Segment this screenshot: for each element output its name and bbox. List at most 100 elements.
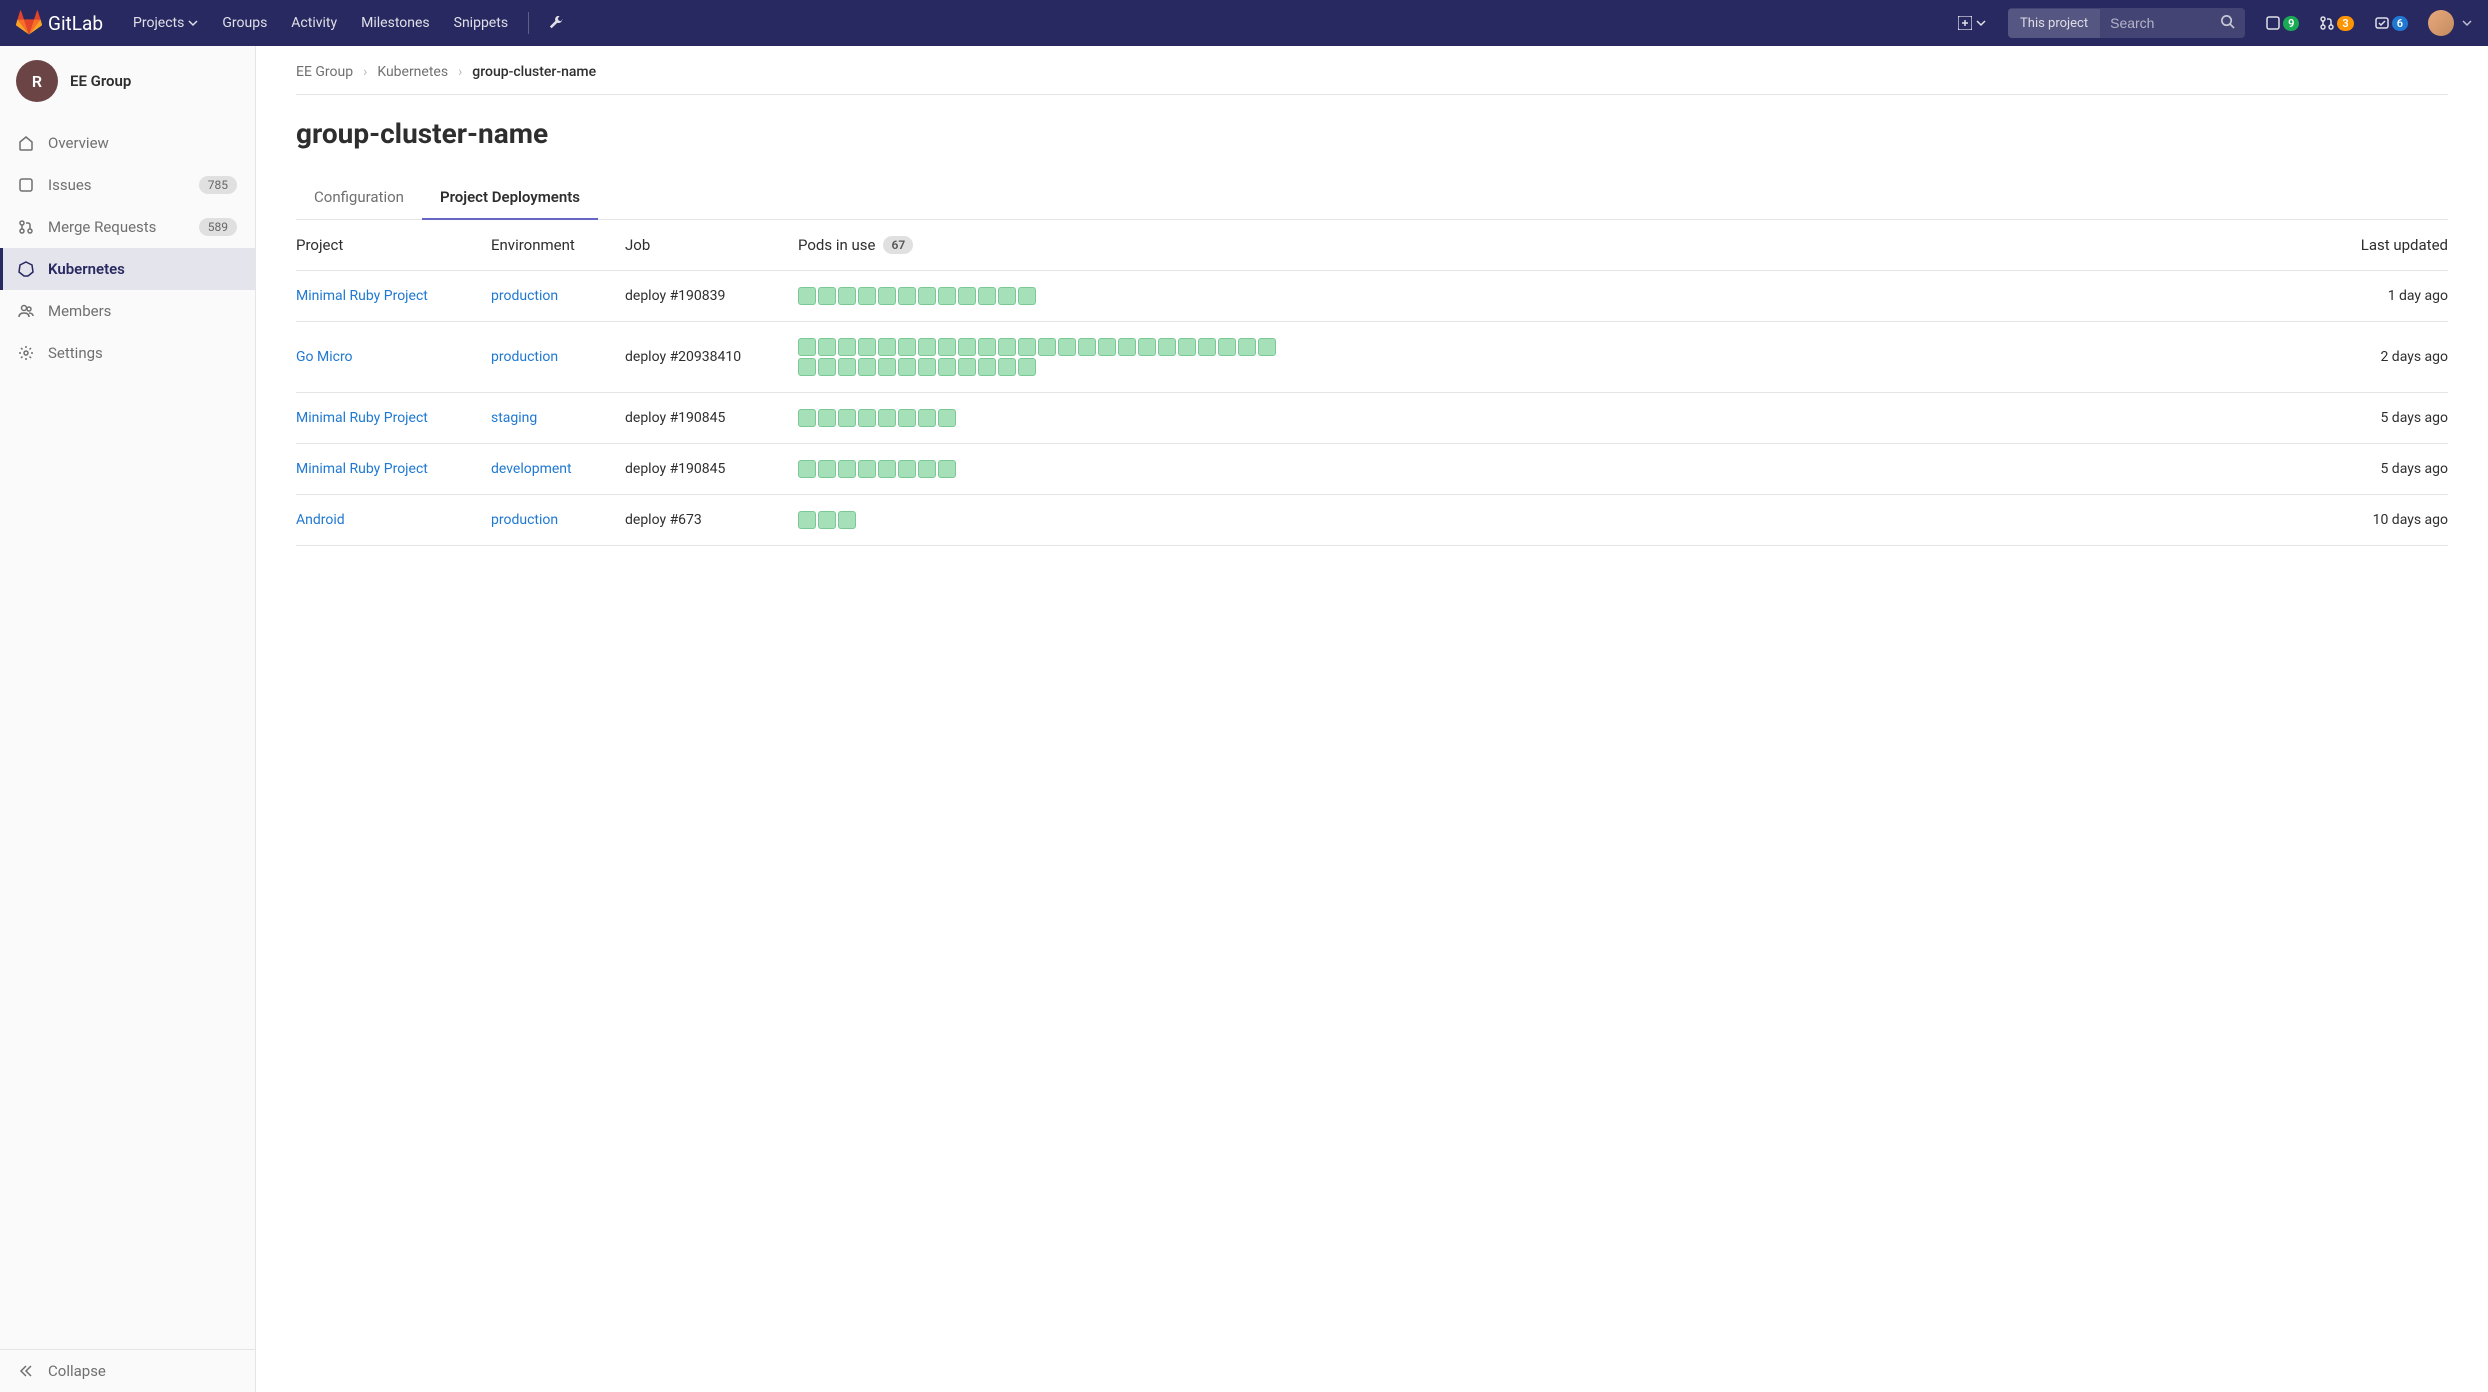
nav-todos-counter[interactable]: 6 xyxy=(2366,15,2416,31)
pod-indicator xyxy=(858,460,876,478)
pod-indicator xyxy=(858,409,876,427)
sidebar-item-label: Overview xyxy=(48,134,109,152)
pod-indicator xyxy=(1098,338,1116,356)
pod-indicator xyxy=(878,338,896,356)
sidebar-badge: 589 xyxy=(199,218,237,236)
tab-project-deployments[interactable]: Project Deployments xyxy=(422,176,598,220)
pod-indicator xyxy=(958,338,976,356)
pods-wrap xyxy=(798,409,1288,427)
pod-indicator xyxy=(818,409,836,427)
pod-indicator xyxy=(1198,338,1216,356)
project-link[interactable]: Go Micro xyxy=(296,349,353,365)
project-link[interactable]: Minimal Ruby Project xyxy=(296,288,428,304)
pod-indicator xyxy=(858,338,876,356)
pod-indicator xyxy=(798,287,816,305)
job-cell: deploy #190845 xyxy=(625,410,798,426)
environment-link[interactable]: staging xyxy=(491,410,537,426)
pod-indicator xyxy=(898,460,916,478)
table-body: Minimal Ruby Project production deploy #19… xyxy=(296,271,2448,546)
pod-indicator xyxy=(858,287,876,305)
members-icon xyxy=(18,303,34,319)
job-cell: deploy #190845 xyxy=(625,461,798,477)
breadcrumb-section[interactable]: Kubernetes xyxy=(377,64,448,80)
environment-link[interactable]: production xyxy=(491,288,558,304)
breadcrumb-group[interactable]: EE Group xyxy=(296,64,353,80)
pod-indicator xyxy=(918,358,936,376)
nav-projects[interactable]: Projects xyxy=(121,0,210,46)
sidebar-item-kubernetes[interactable]: Kubernetes xyxy=(0,248,255,290)
pod-indicator xyxy=(918,287,936,305)
content: EE Group › Kubernetes › group-cluster-na… xyxy=(256,46,2488,1392)
project-link[interactable]: Minimal Ruby Project xyxy=(296,410,428,426)
chevron-down-icon xyxy=(1976,18,1986,28)
pods-wrap xyxy=(798,460,1288,478)
table-row: Minimal Ruby Project staging deploy #19084… xyxy=(296,393,2448,444)
tab-configuration[interactable]: Configuration xyxy=(296,176,422,219)
updated-cell: 2 days ago xyxy=(2318,349,2448,365)
pods-wrap xyxy=(798,338,1288,376)
merge-request-icon xyxy=(2319,15,2335,31)
pod-indicator xyxy=(958,287,976,305)
environment-link[interactable]: development xyxy=(491,461,572,477)
sidebar-nav: Overview Issues 785 Merge Requests 589 K… xyxy=(0,116,255,1349)
updated-cell: 1 day ago xyxy=(2318,288,2448,304)
environment-link[interactable]: production xyxy=(491,512,558,528)
gitlab-logo[interactable]: GitLab xyxy=(16,10,103,36)
user-menu-chevron[interactable] xyxy=(2462,18,2472,28)
updated-cell: 5 days ago xyxy=(2318,410,2448,426)
job-cell: deploy #20938410 xyxy=(625,349,798,365)
nav-admin-wrench[interactable] xyxy=(537,0,575,46)
sidebar-item-merge-requests[interactable]: Merge Requests 589 xyxy=(0,206,255,248)
nav-divider xyxy=(528,12,529,34)
group-avatar: R xyxy=(16,60,58,102)
sidebar-item-label: Members xyxy=(48,302,111,320)
tabs: Configuration Project Deployments xyxy=(296,176,2448,220)
pod-indicator xyxy=(938,358,956,376)
environment-link[interactable]: production xyxy=(491,349,558,365)
search-scope[interactable]: This project xyxy=(2008,9,2100,38)
chevron-down-icon xyxy=(188,18,198,28)
sidebar-item-settings[interactable]: Settings xyxy=(0,332,255,374)
header-project: Project xyxy=(296,236,491,254)
deployments-table: Project Environment Job Pods in use 67 L… xyxy=(296,220,2448,546)
project-link[interactable]: Android xyxy=(296,512,345,528)
sidebar-item-label: Settings xyxy=(48,344,103,362)
pod-indicator xyxy=(838,358,856,376)
collapse-label: Collapse xyxy=(48,1362,106,1380)
sidebar-item-overview[interactable]: Overview xyxy=(0,122,255,164)
pod-indicator xyxy=(898,287,916,305)
user-avatar[interactable] xyxy=(2428,10,2454,36)
pod-indicator xyxy=(878,460,896,478)
pods-wrap xyxy=(798,511,1288,529)
nav-snippets[interactable]: Snippets xyxy=(442,0,520,46)
tanuki-icon xyxy=(16,10,42,36)
page-title: group-cluster-name xyxy=(296,117,2448,150)
sidebar-item-members[interactable]: Members xyxy=(0,290,255,332)
sidebar-header[interactable]: R EE Group xyxy=(0,46,255,116)
nav-issues-counter[interactable]: 9 xyxy=(2257,15,2307,31)
pods-total-badge: 67 xyxy=(883,236,913,254)
nav-groups[interactable]: Groups xyxy=(210,0,279,46)
search-button[interactable] xyxy=(2210,14,2245,33)
sidebar-item-issues[interactable]: Issues 785 xyxy=(0,164,255,206)
pods-wrap xyxy=(798,287,1288,305)
pod-indicator xyxy=(838,287,856,305)
breadcrumb-current: group-cluster-name xyxy=(472,64,596,80)
sidebar-item-label: Kubernetes xyxy=(48,260,125,278)
job-cell: deploy #673 xyxy=(625,512,798,528)
nav-milestones[interactable]: Milestones xyxy=(349,0,442,46)
nav-activity[interactable]: Activity xyxy=(279,0,349,46)
nav-mrs-counter[interactable]: 3 xyxy=(2311,15,2361,31)
top-navbar: GitLab Projects Groups Activity Mileston… xyxy=(0,0,2488,46)
pod-indicator xyxy=(798,338,816,356)
sidebar-collapse[interactable]: Collapse xyxy=(0,1349,255,1392)
pod-indicator xyxy=(798,460,816,478)
table-row: Minimal Ruby Project development deploy #1… xyxy=(296,444,2448,495)
new-dropdown[interactable] xyxy=(1948,16,1996,30)
project-link[interactable]: Minimal Ruby Project xyxy=(296,461,428,477)
search-input[interactable] xyxy=(2100,8,2210,38)
pod-indicator xyxy=(1038,338,1056,356)
header-updated: Last updated xyxy=(2318,236,2448,254)
pod-indicator xyxy=(818,338,836,356)
brand-text: GitLab xyxy=(48,12,103,35)
